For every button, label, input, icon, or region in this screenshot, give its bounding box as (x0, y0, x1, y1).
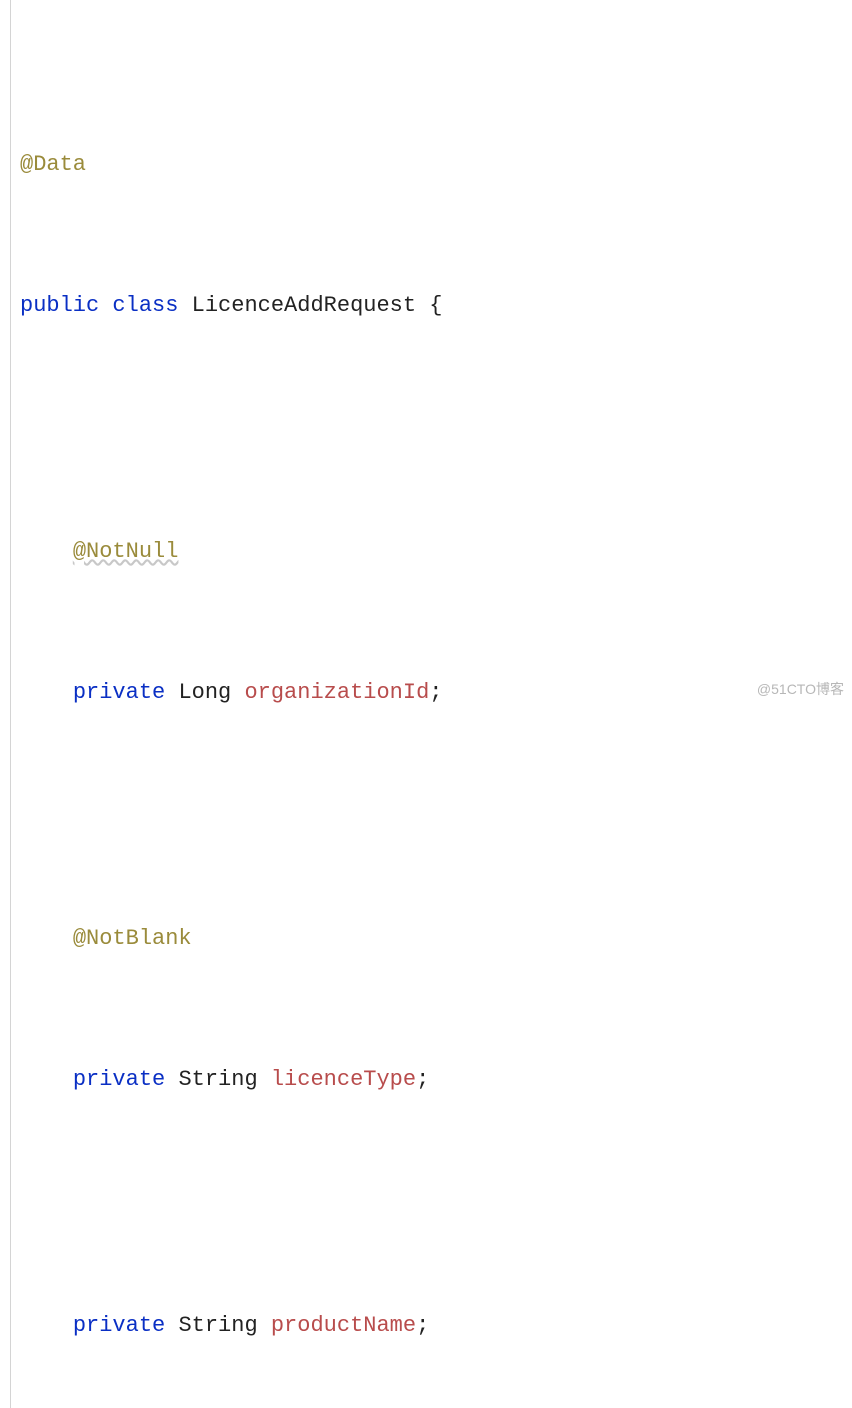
type-string: String (178, 1313, 257, 1338)
keyword-private: private (73, 1067, 165, 1092)
code-line: @NotBlank (4, 921, 852, 956)
indent (20, 926, 73, 951)
code-line: public class LicenceAddRequest { (4, 288, 852, 323)
code-line: @Data (4, 147, 852, 182)
brace-open: { (416, 293, 442, 318)
code-block: @Data public class LicenceAddRequest { @… (0, 0, 852, 1408)
watermark-text: @51CTO博客 (757, 678, 844, 700)
keyword-private: private (73, 1313, 165, 1338)
field-productname: productName (271, 1313, 416, 1338)
keyword-public: public (20, 293, 99, 318)
code-line: @NotNull (4, 534, 852, 569)
indent (20, 680, 73, 705)
annotation-notblank: @NotBlank (73, 926, 192, 951)
annotation-notnull: @NotNull (73, 539, 179, 564)
type-long: Long (178, 680, 231, 705)
code-line: private String licenceType; (4, 1062, 852, 1097)
indent (20, 539, 73, 564)
annotation-data: @Data (20, 152, 86, 177)
indent (20, 1313, 73, 1338)
class-name: LicenceAddRequest (192, 293, 416, 318)
code-line: private String productName; (4, 1308, 852, 1343)
semicolon: ; (416, 1067, 429, 1092)
code-line: private Long organizationId; (4, 675, 852, 710)
type-string: String (178, 1067, 257, 1092)
indent (20, 1067, 73, 1092)
field-licencetype: licenceType (271, 1067, 416, 1092)
field-organizationid: organizationId (244, 680, 429, 705)
semicolon: ; (429, 680, 442, 705)
semicolon: ; (416, 1313, 429, 1338)
keyword-class: class (112, 293, 178, 318)
keyword-private: private (73, 680, 165, 705)
